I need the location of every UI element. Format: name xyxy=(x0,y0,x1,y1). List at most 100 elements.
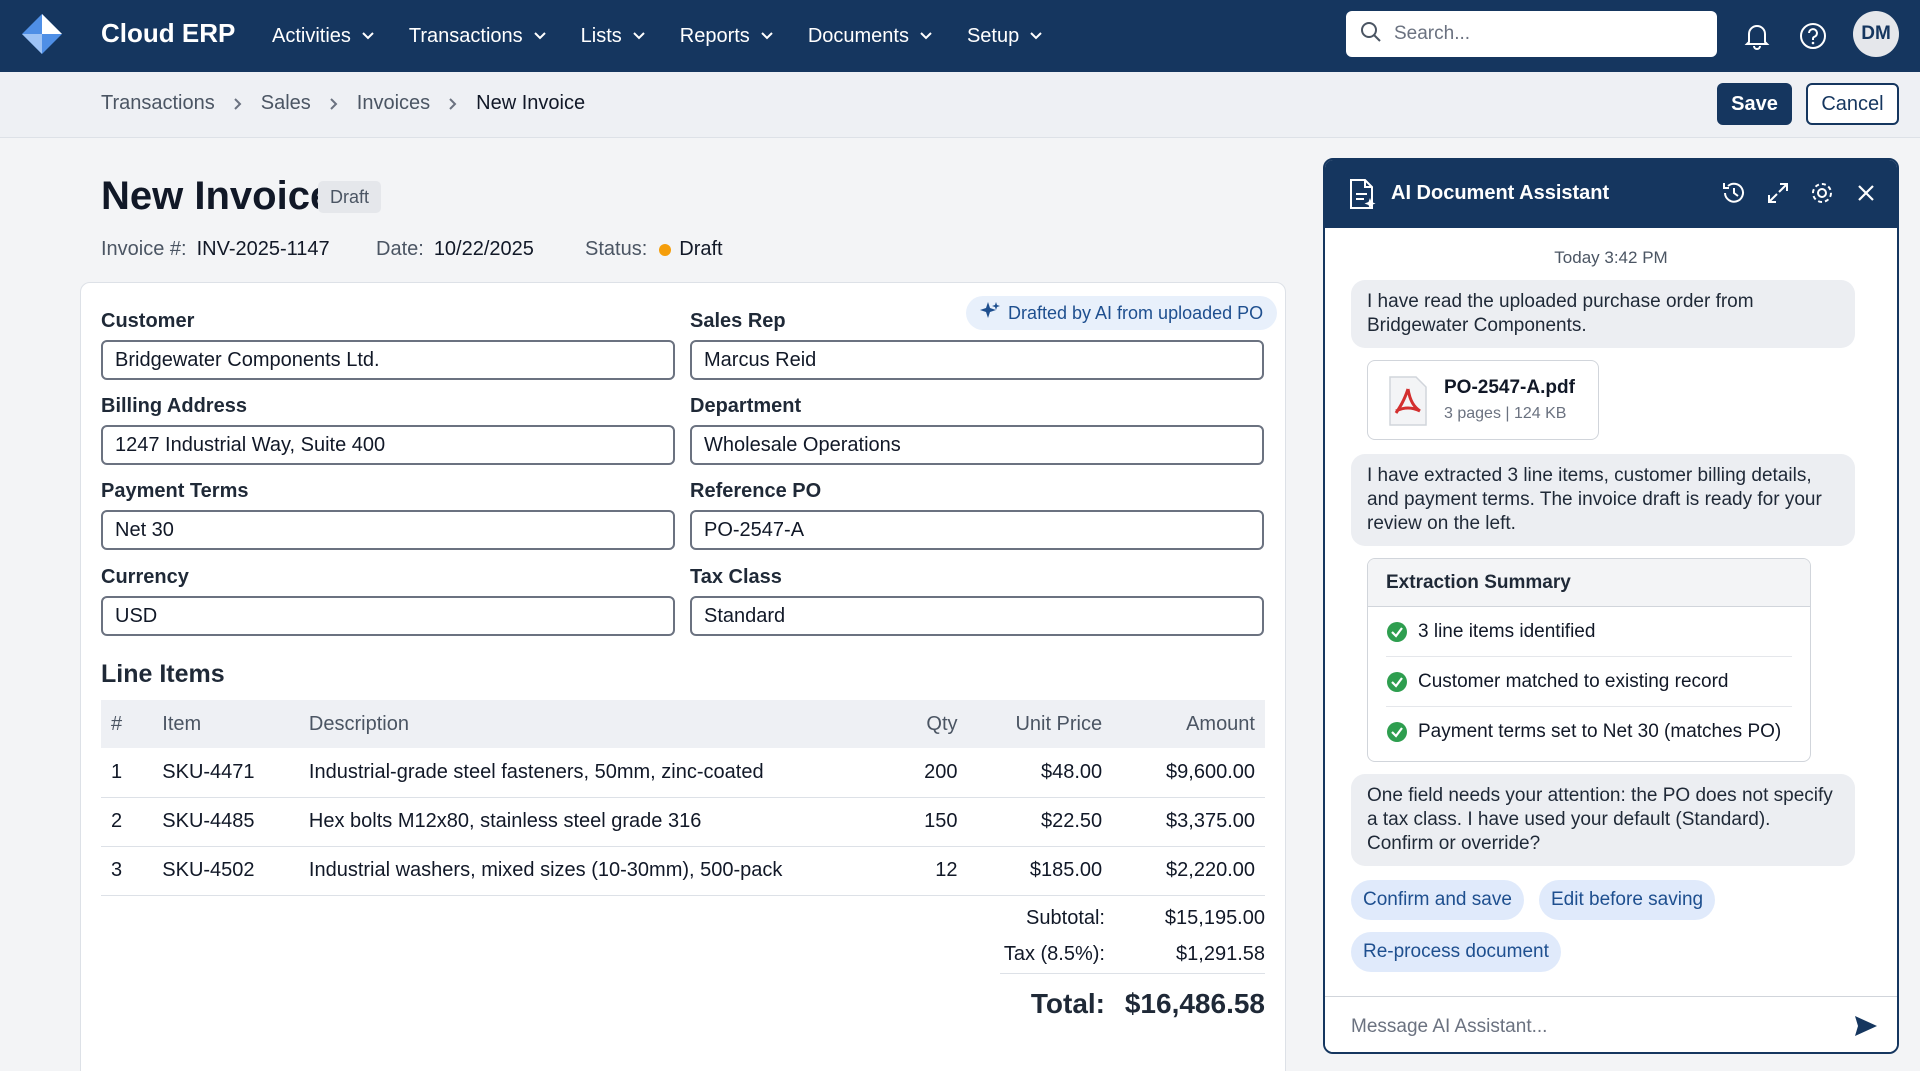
summary-title: Extraction Summary xyxy=(1368,559,1810,607)
tax-class-field[interactable]: Standard xyxy=(690,596,1264,636)
check-circle-icon xyxy=(1386,621,1408,643)
message-composer xyxy=(1325,996,1897,1052)
cell-qty: 150 xyxy=(868,797,968,847)
col-item: Item xyxy=(152,700,299,748)
assistant-message-2: I have extracted 3 line items, customer … xyxy=(1351,454,1855,546)
col-unit-price: Unit Price xyxy=(967,700,1113,748)
cell-amount: $9,600.00 xyxy=(1112,748,1265,798)
reference-po-field[interactable]: PO-2547-A xyxy=(690,510,1264,550)
reference-po-label: Reference PO xyxy=(690,480,822,502)
menu-activities[interactable]: Activities xyxy=(272,25,375,48)
bell-icon[interactable] xyxy=(1739,18,1775,54)
breadcrumb-transactions[interactable]: Transactions xyxy=(101,92,215,115)
app-brand[interactable]: Cloud ERP xyxy=(101,18,235,49)
department-field[interactable]: Wholesale Operations xyxy=(690,425,1264,465)
sales-rep-label: Sales Rep xyxy=(690,310,786,332)
menu-setup[interactable]: Setup xyxy=(967,25,1043,48)
cancel-button[interactable]: Cancel xyxy=(1806,83,1899,125)
status-dot-icon xyxy=(659,243,672,256)
ai-drafted-chip: Drafted by AI from uploaded PO xyxy=(966,296,1278,330)
menu-reports[interactable]: Reports xyxy=(680,25,774,48)
table-row[interactable]: 1 SKU-4471 Industrial-grade steel fasten… xyxy=(101,748,1265,798)
line-items-table: # Item Description Qty Unit Price Amount… xyxy=(101,700,1265,896)
chevron-right-icon xyxy=(329,97,339,111)
chevron-right-icon xyxy=(448,97,458,111)
cell-qty: 200 xyxy=(868,748,968,798)
summary-item-text: Customer matched to existing record xyxy=(1418,670,1729,692)
col-description: Description xyxy=(298,700,869,748)
menu-lists[interactable]: Lists xyxy=(581,25,646,48)
global-search[interactable] xyxy=(1346,11,1717,57)
col-amount: Amount xyxy=(1112,700,1265,748)
breadcrumb-current: New Invoice xyxy=(476,92,586,114)
menu-documents[interactable]: Documents xyxy=(808,25,933,48)
chevron-down-icon xyxy=(1029,31,1043,41)
chevron-right-icon xyxy=(233,97,243,111)
invoice-date-label: Date: xyxy=(376,238,424,260)
invoice-date-value: 10/22/2025 xyxy=(433,238,534,260)
chevron-down-icon xyxy=(632,31,646,41)
breadcrumb-invoices[interactable]: Invoices xyxy=(357,92,430,115)
attachment-card[interactable]: PO-2547-A.pdf 3 pages | 124 KB xyxy=(1367,360,1599,440)
help-icon[interactable] xyxy=(1795,18,1831,54)
message-input[interactable] xyxy=(1351,1015,1811,1038)
close-icon[interactable] xyxy=(1851,178,1881,208)
pdf-file-icon xyxy=(1386,375,1430,432)
top-nav: Cloud ERP Activities Transactions Lists … xyxy=(0,0,1920,72)
gear-icon[interactable] xyxy=(1807,178,1837,208)
tax-row: Tax (8.5%): $1,291.58 xyxy=(960,943,1265,966)
invoice-status-label: Status: xyxy=(585,238,648,260)
search-input[interactable] xyxy=(1394,23,1694,45)
payment-terms-label: Payment Terms xyxy=(101,480,249,502)
menu-label: Documents xyxy=(807,24,909,47)
chevron-down-icon xyxy=(361,31,375,41)
sales-rep-field[interactable]: Marcus Reid xyxy=(690,340,1264,380)
sparkle-icon xyxy=(980,301,1000,326)
invoice-status: Status: Draft xyxy=(585,238,723,261)
cell-item: SKU-4471 xyxy=(152,748,299,798)
attachment-name: PO-2547-A.pdf xyxy=(1444,377,1575,398)
history-icon[interactable] xyxy=(1719,178,1749,208)
cell-description: Industrial washers, mixed sizes (10-30mm… xyxy=(298,846,869,896)
invoice-number-label: Invoice #: xyxy=(101,238,187,260)
ai-chip-label: Drafted by AI from uploaded PO xyxy=(1008,302,1264,323)
customer-field[interactable]: Bridgewater Components Ltd. xyxy=(101,340,675,380)
save-button[interactable]: Save xyxy=(1717,83,1792,125)
tax-label: Tax (8.5%): xyxy=(1003,943,1105,965)
breadcrumb: Transactions Sales Invoices New Invoice xyxy=(101,92,585,115)
summary-item: 3 line items identified xyxy=(1386,607,1792,657)
expand-icon[interactable] xyxy=(1763,178,1793,208)
billing-address-field[interactable]: 1247 Industrial Way, Suite 400 xyxy=(101,425,675,465)
search-icon xyxy=(1360,21,1382,48)
cell-number: 1 xyxy=(101,748,153,798)
line-items-title: Line Items xyxy=(101,660,225,688)
summary-item-text: 3 line items identified xyxy=(1418,620,1596,642)
edit-before-saving-button[interactable]: Edit before saving xyxy=(1539,880,1716,920)
summary-item-text: Payment terms set to Net 30 (matches PO) xyxy=(1418,721,1782,742)
total-label: Total: xyxy=(1030,988,1105,1019)
cell-item: SKU-4502 xyxy=(152,846,299,896)
breadcrumb-sales[interactable]: Sales xyxy=(261,92,311,115)
user-avatar[interactable]: DM xyxy=(1853,11,1899,57)
app-logo-icon[interactable] xyxy=(20,12,64,56)
col-number: # xyxy=(101,700,153,748)
menu-label: Setup xyxy=(966,24,1020,47)
currency-field[interactable]: USD xyxy=(101,596,675,636)
customer-label: Customer xyxy=(101,310,195,332)
cell-amount: $3,375.00 xyxy=(1112,797,1265,847)
currency-label: Currency xyxy=(101,566,189,588)
page-title: New Invoice xyxy=(101,174,333,218)
table-row[interactable]: 2 SKU-4485 Hex bolts M12x80, stainless s… xyxy=(101,797,1265,847)
department-label: Department xyxy=(690,395,802,417)
assistant-message-1: I have read the uploaded purchase order … xyxy=(1351,280,1855,348)
subtotal-row: Subtotal: $15,195.00 xyxy=(960,907,1265,930)
confirm-and-save-button[interactable]: Confirm and save xyxy=(1351,880,1524,920)
menu-label: Activities xyxy=(272,24,351,47)
payment-terms-field[interactable]: Net 30 xyxy=(101,510,675,550)
assistant-message-3: One field needs your attention: the PO d… xyxy=(1351,774,1855,866)
send-icon[interactable] xyxy=(1853,1013,1879,1044)
menu-transactions[interactable]: Transactions xyxy=(409,25,547,48)
cell-unit-price: $22.50 xyxy=(967,797,1113,847)
table-row[interactable]: 3 SKU-4502 Industrial washers, mixed siz… xyxy=(101,846,1265,896)
reprocess-document-button[interactable]: Re-process document xyxy=(1351,932,1561,972)
